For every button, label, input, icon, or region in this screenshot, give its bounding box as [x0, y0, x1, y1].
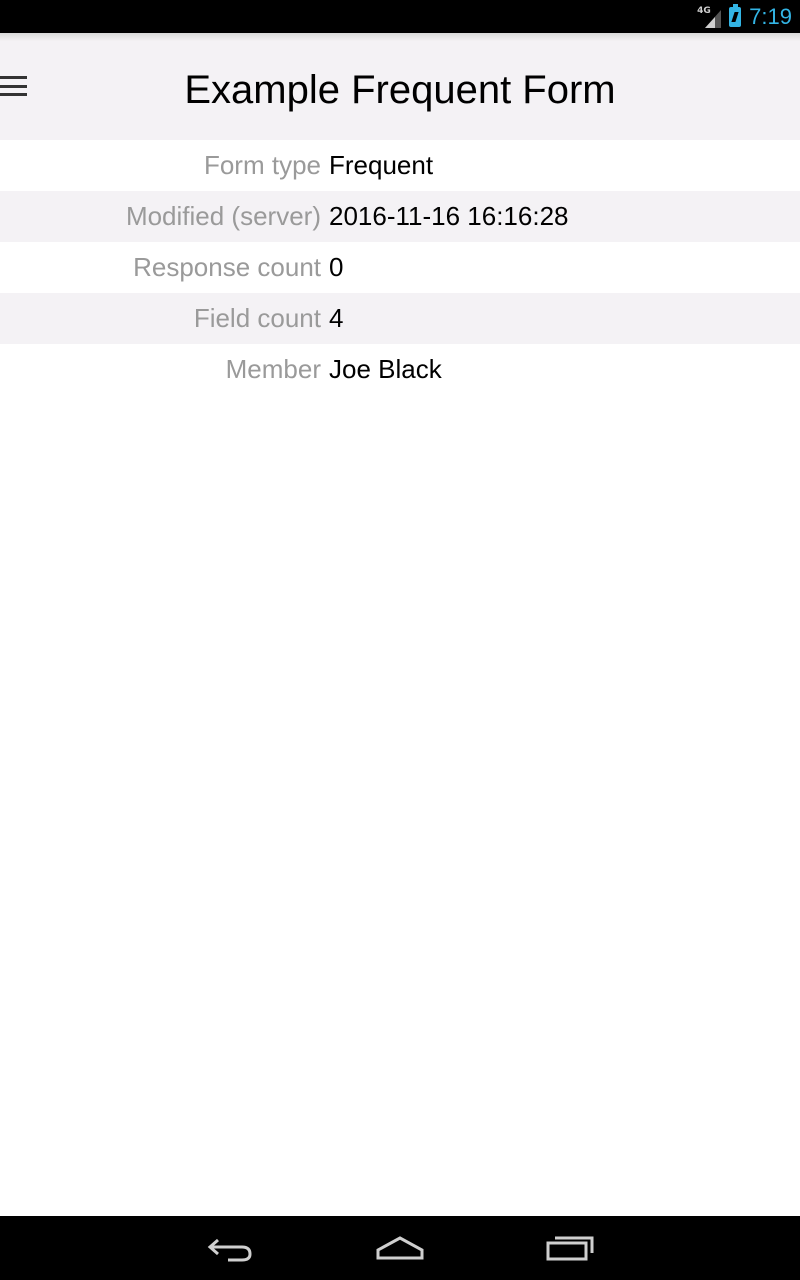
detail-row-member: Member Joe Black: [0, 344, 800, 395]
app-bar: Example Frequent Form: [0, 41, 800, 140]
status-bar: 4G 7:19: [0, 0, 800, 33]
status-icons: 4G 7:19: [697, 0, 792, 33]
recent-apps-icon[interactable]: [540, 1228, 600, 1268]
back-icon[interactable]: [200, 1228, 260, 1268]
detail-label: Response count: [133, 252, 321, 282]
detail-row-form-type: Form type Frequent: [0, 140, 800, 191]
form-details: Form type Frequent Modified (server) 201…: [0, 140, 800, 395]
detail-value: 2016-11-16 16:16:28: [329, 201, 569, 231]
detail-row-field-count: Field count 4: [0, 293, 800, 344]
detail-row-modified: Modified (server) 2016-11-16 16:16:28: [0, 191, 800, 242]
clock: 7:19: [749, 3, 792, 29]
signal-icon: 4G: [697, 6, 722, 28]
status-divider: [0, 33, 800, 41]
detail-label: Field count: [193, 303, 321, 333]
signal-bars-icon: [705, 9, 722, 28]
detail-value: 4: [329, 303, 344, 333]
detail-row-response-count: Response count 0: [0, 242, 800, 293]
detail-value: 0: [329, 252, 344, 282]
detail-label: Form type: [203, 150, 321, 180]
detail-label: Modified (server): [125, 201, 321, 231]
home-icon[interactable]: [370, 1228, 430, 1268]
detail-label: Member: [225, 354, 321, 384]
navigation-bar: [0, 1216, 800, 1280]
battery-icon: [729, 3, 742, 27]
page-title: Example Frequent Form: [184, 68, 616, 112]
detail-value: Joe Black: [329, 354, 442, 384]
detail-value: Frequent: [329, 150, 434, 180]
hamburger-menu-icon[interactable]: [0, 73, 32, 99]
